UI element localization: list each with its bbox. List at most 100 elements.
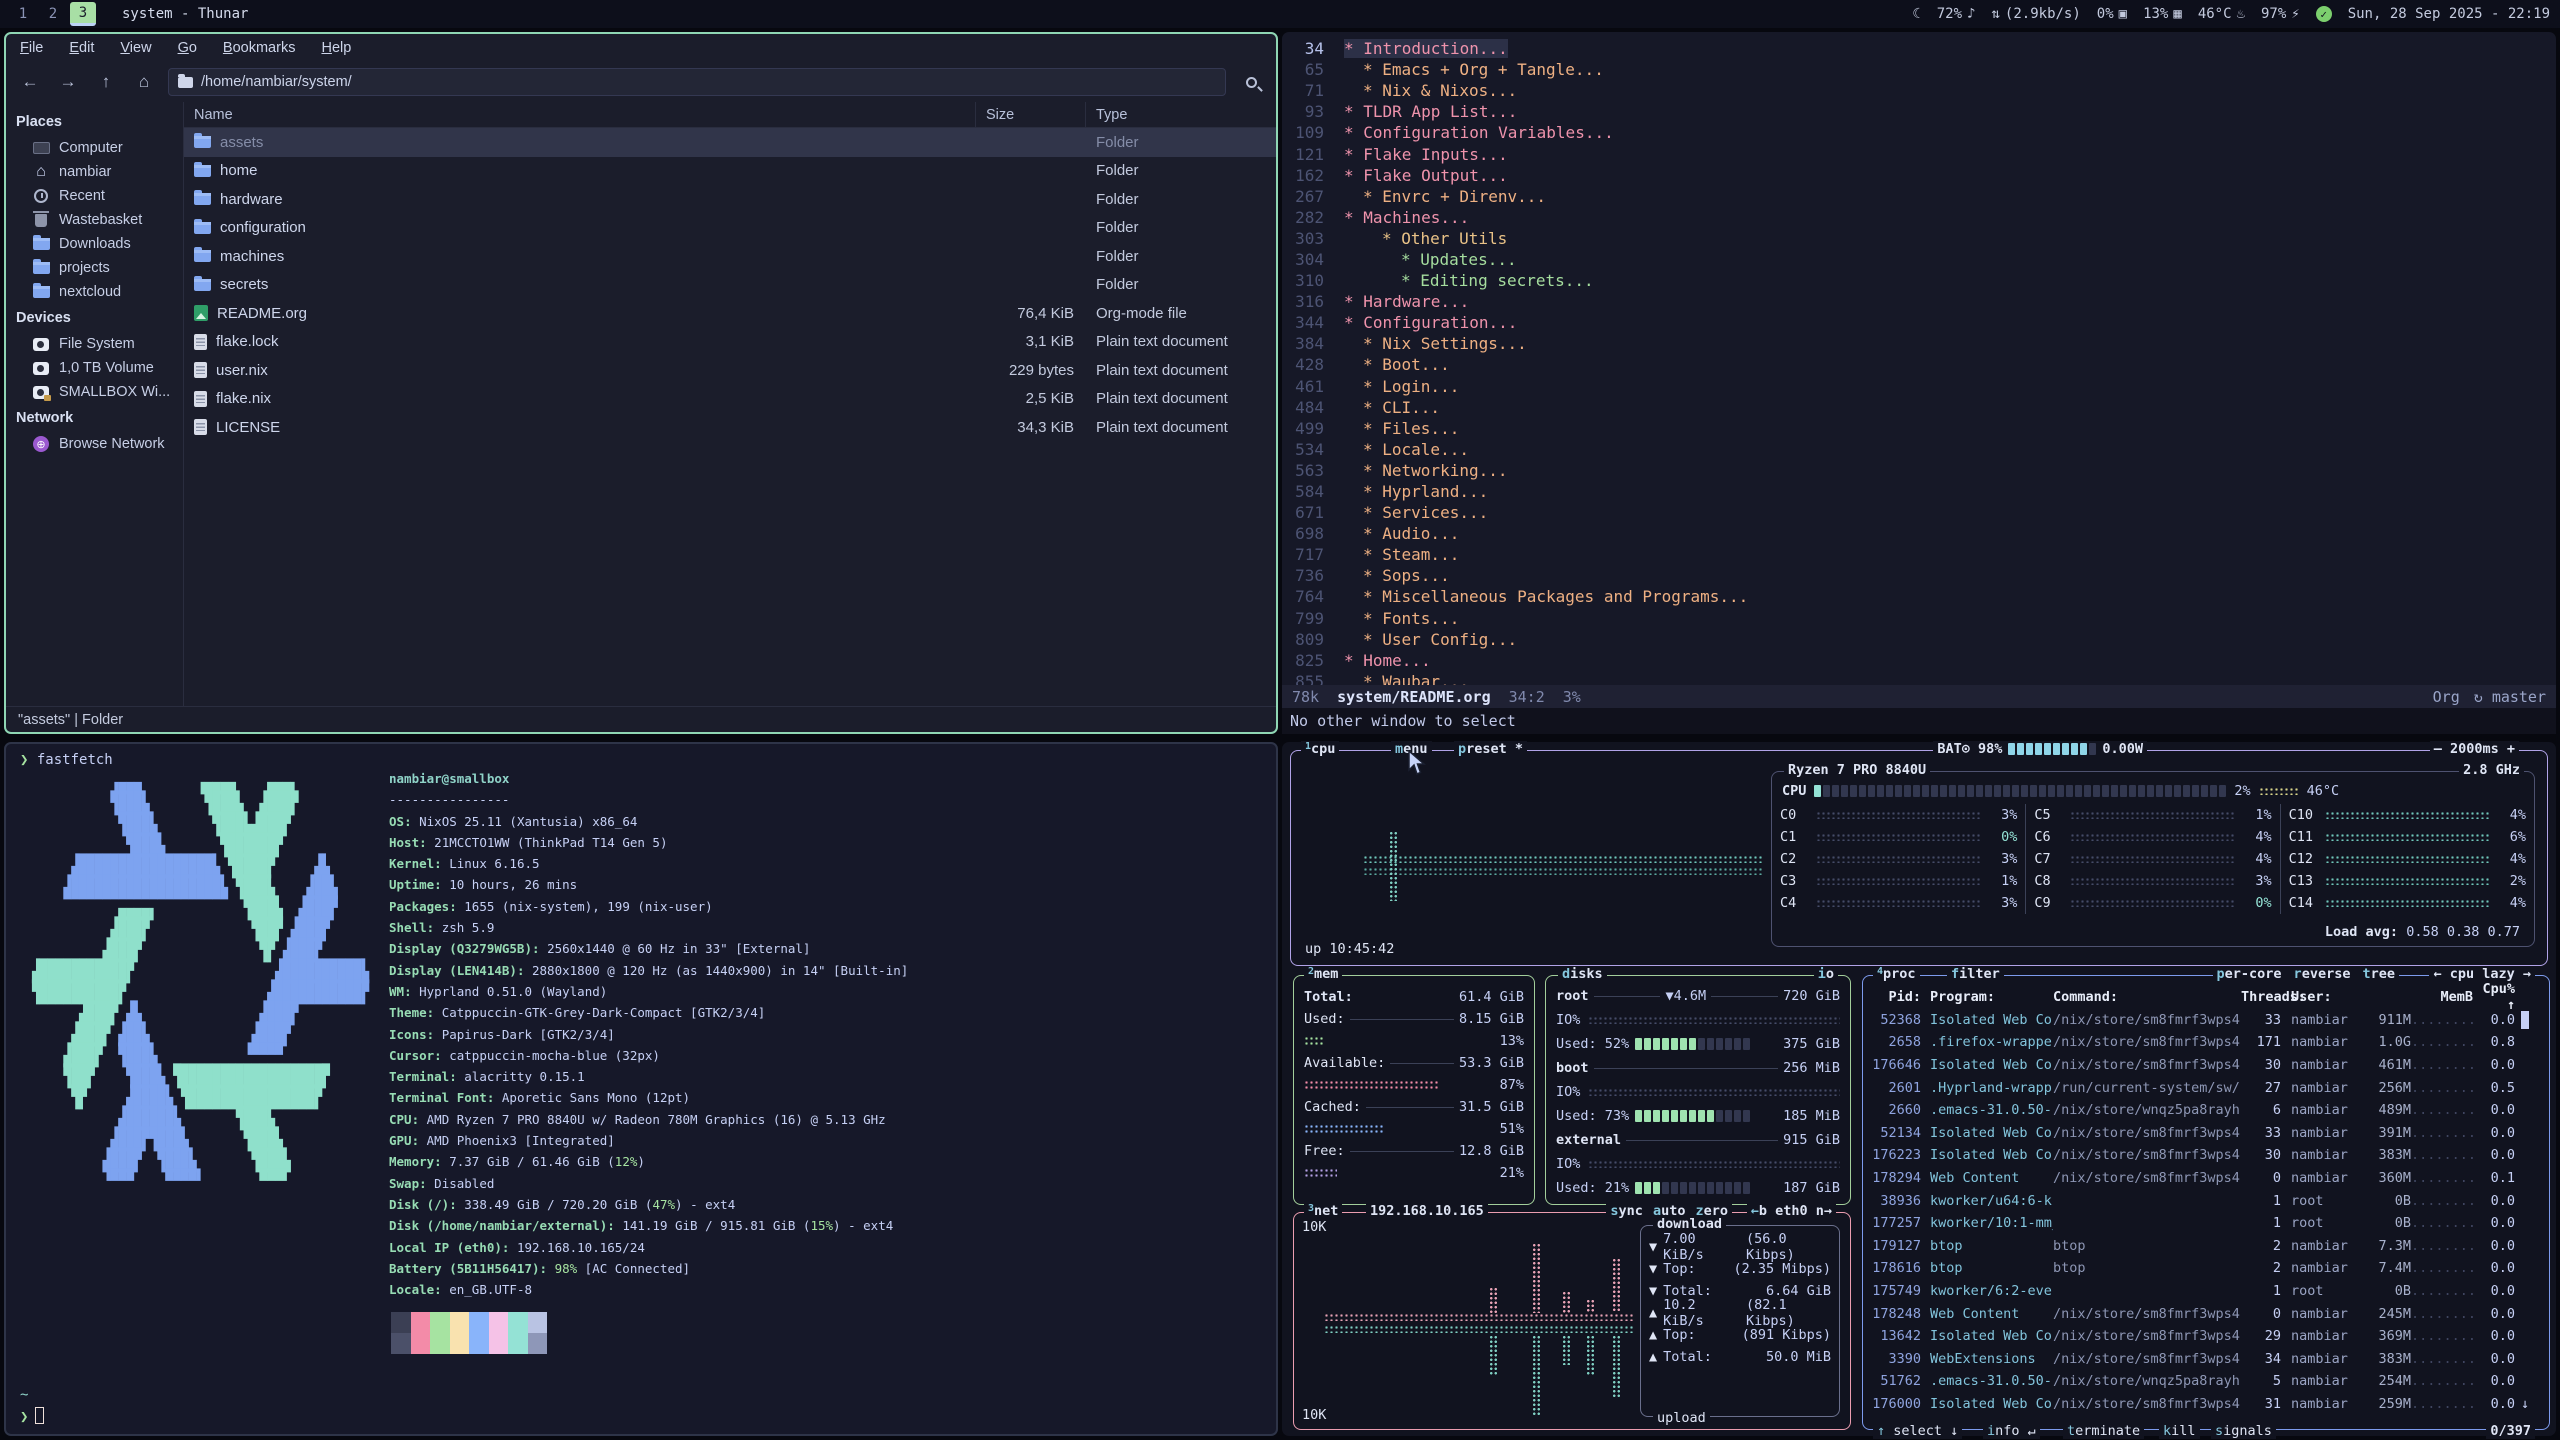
process-row-177257[interactable]: 177257kworker/10:1-mm_1root0B.........0.… xyxy=(1863,1212,2549,1235)
home-button[interactable]: ⌂ xyxy=(130,69,158,95)
org-heading[interactable]: * CLI... xyxy=(1344,398,1440,417)
preset-button[interactable]: preset * xyxy=(1454,741,1527,757)
battery[interactable]: 97%⚡ xyxy=(2261,6,2300,22)
network-speed[interactable]: ⇅(2.9kb/s) xyxy=(1991,6,2080,22)
proc-option-tree[interactable]: tree xyxy=(2362,966,2395,982)
file-row-README.org[interactable]: README.org76,4 KiBOrg-mode file xyxy=(184,299,1276,328)
process-row-51762[interactable]: 51762.emacs-31.0.50-/nix/store/wnqz5pa8r… xyxy=(1863,1370,2549,1393)
sidebar-item-file-system[interactable]: File System xyxy=(6,332,183,356)
workspace-3[interactable]: 3 xyxy=(70,2,96,26)
sidebar-item-projects[interactable]: projects xyxy=(6,256,183,280)
sidebar-item-wastebasket[interactable]: Wastebasket xyxy=(6,208,183,232)
process-row-176223[interactable]: 176223Isolated Web Co/nix/store/sm8fmrf3… xyxy=(1863,1144,2549,1167)
process-row-52134[interactable]: 52134Isolated Web Co/nix/store/sm8fmrf3w… xyxy=(1863,1122,2549,1145)
org-heading[interactable]: * Hardware... xyxy=(1344,292,1469,311)
clock[interactable]: Sun, 28 Sep 2025 - 22:19 xyxy=(2348,6,2550,22)
process-row-176646[interactable]: 176646Isolated Web Co/nix/store/sm8fmrf3… xyxy=(1863,1054,2549,1077)
volume[interactable]: 72%♪ xyxy=(1937,6,1976,22)
column-header-type[interactable]: Type xyxy=(1086,102,1276,127)
workspace-1[interactable]: 1 xyxy=(10,2,36,26)
search-button[interactable] xyxy=(1236,69,1266,95)
file-row-secrets[interactable]: secretsFolder xyxy=(184,271,1276,300)
menu-view[interactable]: View xyxy=(120,40,151,56)
file-row-user.nix[interactable]: user.nix229 bytesPlain text document xyxy=(184,356,1276,385)
org-heading[interactable]: * Steam... xyxy=(1344,545,1459,564)
process-row-179127[interactable]: 179127btopbtop2nambiar7.3M.........0.0 xyxy=(1863,1235,2549,1258)
refresh-interval[interactable]: ‒ 2000ms + xyxy=(2430,741,2519,757)
org-heading[interactable]: * Updates... xyxy=(1344,250,1517,269)
org-heading[interactable]: * Locale... xyxy=(1344,440,1469,459)
cpu-usage[interactable]: 0%▣ xyxy=(2097,6,2127,22)
idle-inhibitor[interactable]: ☾ xyxy=(1912,6,1920,22)
sort-selector[interactable]: ← cpu lazy → xyxy=(2429,966,2535,982)
process-row-2601[interactable]: 2601.Hyprland-wrapp/run/current-system/s… xyxy=(1863,1076,2549,1099)
org-heading[interactable]: * User Config... xyxy=(1344,630,1517,649)
org-heading[interactable]: * Configuration Variables... xyxy=(1344,123,1614,142)
menu-go[interactable]: Go xyxy=(178,40,197,56)
process-row-2658[interactable]: 2658.firefox-wrappe/nix/store/sm8fmrf3wp… xyxy=(1863,1031,2549,1054)
column-header-size[interactable]: Size xyxy=(976,102,1086,127)
file-row-home[interactable]: homeFolder xyxy=(184,157,1276,186)
kill-key[interactable]: kill xyxy=(2159,1423,2200,1439)
disks-box-title[interactable]: disks xyxy=(1558,966,1607,982)
proc-header-program[interactable]: Program: xyxy=(1921,989,2053,1005)
org-heading[interactable]: * Boot... xyxy=(1344,355,1450,374)
cpu-box-title[interactable]: 1cpu xyxy=(1301,741,1339,757)
org-heading[interactable]: * Nix & Nixos... xyxy=(1344,81,1517,100)
back-button[interactable]: ← xyxy=(16,69,44,95)
signals-key[interactable]: signals xyxy=(2211,1423,2276,1439)
menu-bookmarks[interactable]: Bookmarks xyxy=(223,40,296,56)
org-heading[interactable]: * Configuration... xyxy=(1344,313,1517,332)
process-row-178294[interactable]: 178294Web Content/nix/store/sm8fmrf3wps4… xyxy=(1863,1167,2549,1190)
file-row-LICENSE[interactable]: LICENSE34,3 KiBPlain text document xyxy=(184,413,1276,442)
proc-option-reverse[interactable]: reverse xyxy=(2294,966,2351,982)
menu-help[interactable]: Help xyxy=(321,40,351,56)
filter-button[interactable]: filter xyxy=(1947,966,2004,982)
process-row-38936[interactable]: 38936kworker/u64:6-kc1root0B.........0.0 xyxy=(1863,1189,2549,1212)
org-heading[interactable]: * Flake Inputs... xyxy=(1344,145,1508,164)
process-row-3390[interactable]: 3390WebExtensions/nix/store/sm8fmrf3wps4… xyxy=(1863,1348,2549,1371)
memory-usage[interactable]: 13%▦ xyxy=(2143,6,2182,22)
forward-button[interactable]: → xyxy=(54,69,82,95)
sidebar-item-browse-network[interactable]: ⊕Browse Network xyxy=(6,432,183,456)
org-heading[interactable]: * Other Utils xyxy=(1344,229,1507,248)
org-heading[interactable]: * Emacs + Org + Tangle... xyxy=(1344,60,1604,79)
status-ok[interactable]: ✓ xyxy=(2316,6,2332,22)
org-heading[interactable]: * Machines... xyxy=(1344,208,1469,227)
org-heading[interactable]: * Sops... xyxy=(1344,566,1450,585)
org-heading[interactable]: * Miscellaneous Packages and Programs... xyxy=(1344,587,1748,606)
org-heading[interactable]: * Introduction... xyxy=(1344,39,1508,58)
proc-option-per-core[interactable]: per-core xyxy=(2217,966,2282,982)
org-heading[interactable]: * Hyprland... xyxy=(1344,482,1488,501)
org-heading[interactable]: * Networking... xyxy=(1344,461,1508,480)
select-keys[interactable]: ↑ select ↓ xyxy=(1873,1423,1962,1439)
proc-header-threads[interactable]: Threads: xyxy=(2241,989,2281,1005)
proc-header-user[interactable]: User: xyxy=(2281,989,2355,1005)
file-row-flake.lock[interactable]: flake.lock3,1 KiBPlain text document xyxy=(184,328,1276,357)
org-heading[interactable]: * Editing secrets... xyxy=(1344,271,1594,290)
menu-edit[interactable]: Edit xyxy=(69,40,94,56)
file-row-assets[interactable]: assetsFolder xyxy=(184,128,1276,157)
path-bar[interactable]: /home/nambiar/system/ xyxy=(168,68,1226,96)
process-row-2660[interactable]: 2660.emacs-31.0.50-/nix/store/wnqz5pa8ra… xyxy=(1863,1099,2549,1122)
org-heading[interactable]: * Fonts... xyxy=(1344,609,1459,628)
org-heading[interactable]: * TLDR App List... xyxy=(1344,102,1517,121)
sidebar-item-recent[interactable]: Recent xyxy=(6,184,183,208)
process-row-52368[interactable]: 52368Isolated Web Co/nix/store/sm8fmrf3w… xyxy=(1863,1009,2549,1032)
sidebar-item-downloads[interactable]: Downloads xyxy=(6,232,183,256)
sidebar-item-1-0-tb-volume[interactable]: 1,0 TB Volume xyxy=(6,356,183,380)
sidebar-item-smallbox-wi-[interactable]: SMALLBOX Wi... xyxy=(6,380,183,404)
menu-file[interactable]: File xyxy=(20,40,43,56)
process-row-175749[interactable]: 175749kworker/6:2-even1root0B.........0.… xyxy=(1863,1280,2549,1303)
workspace-2[interactable]: 2 xyxy=(40,2,66,26)
file-row-flake.nix[interactable]: flake.nix2,5 KiBPlain text document xyxy=(184,385,1276,414)
column-header-name[interactable]: Name xyxy=(184,102,976,127)
process-row-13642[interactable]: 13642Isolated Web Co/nix/store/sm8fmrf3w… xyxy=(1863,1325,2549,1348)
process-row-178248[interactable]: 178248Web Content/nix/store/sm8fmrf3wps4… xyxy=(1863,1302,2549,1325)
org-heading[interactable]: * Nix Settings... xyxy=(1344,334,1527,353)
proc-box-title[interactable]: 4proc xyxy=(1873,966,1920,982)
org-buffer[interactable]: 34* Introduction...65* Emacs + Org + Tan… xyxy=(1282,38,2556,692)
proc-header-pid[interactable]: Pid: xyxy=(1863,989,1921,1005)
sidebar-item-nextcloud[interactable]: nextcloud xyxy=(6,280,183,304)
file-row-hardware[interactable]: hardwareFolder xyxy=(184,185,1276,214)
